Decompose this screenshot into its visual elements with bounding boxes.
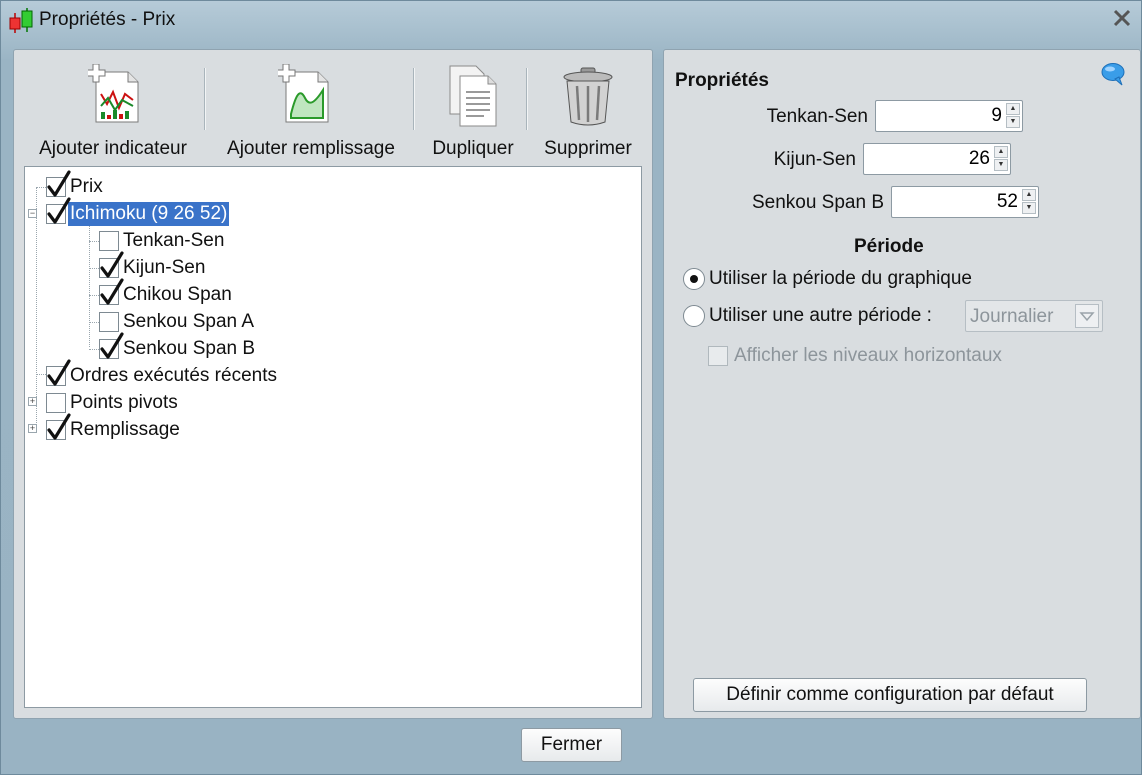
check-mark-icon [47, 359, 71, 386]
tree-item-checkbox[interactable] [99, 278, 124, 305]
tree-connector [89, 295, 99, 296]
tree-item-label[interactable]: Points pivots [68, 391, 180, 415]
tree-item-label[interactable]: Ordres exécutés récents [68, 364, 279, 388]
tree-item-label[interactable]: Remplissage [68, 418, 182, 442]
senkou-span-b-label: Senkou Span B [751, 192, 884, 213]
tree-item-label[interactable]: Kijun-Sen [121, 256, 207, 280]
window-title: Propriétés - Prix [39, 9, 176, 30]
tree-item[interactable]: Senkou Span B [99, 332, 257, 362]
tree-connector [89, 268, 99, 269]
tenkan-sen-label: Tenkan-Sen [766, 106, 868, 127]
add-indicator-button[interactable]: Ajouter indicateur [24, 60, 202, 160]
close-window-button[interactable] [1109, 5, 1135, 31]
tree-connector [89, 241, 99, 242]
expand-remplissage-toggle[interactable]: + [28, 424, 37, 433]
check-mark-icon [47, 413, 71, 440]
indicator-tree[interactable]: − + + Prix Ichimoku (9 26 52) Tenkan-Sen Ki… [24, 166, 642, 708]
candlestick-app-icon [9, 8, 33, 33]
show-horizontal-levels-option: Afficher les niveaux horizontaux [708, 345, 1002, 367]
tree-item-checkbox[interactable] [46, 393, 66, 413]
check-mark-icon [47, 170, 71, 197]
trash-icon [563, 67, 613, 126]
senkou-span-b-spinner[interactable]: ▲▼ [891, 186, 1039, 218]
duplicate-button[interactable]: Dupliquer [420, 60, 526, 160]
use-other-period-option[interactable]: Utiliser une autre période : [683, 305, 932, 327]
check-mark-icon [100, 251, 124, 278]
decrement-arrow[interactable]: ▼ [1022, 202, 1036, 214]
check-mark-icon [100, 278, 124, 305]
expand-points-pivots-toggle[interactable]: + [28, 397, 37, 406]
add-fill-icon [278, 64, 329, 123]
period-select-value: Journalier [970, 306, 1054, 327]
add-indicator-label: Ajouter indicateur [39, 138, 187, 159]
kijun-sen-label: Kijun-Sen [773, 149, 856, 170]
increment-arrow[interactable]: ▲ [994, 146, 1008, 158]
tree-connector [36, 187, 46, 188]
tree-item-checkbox[interactable] [46, 170, 71, 197]
set-default-button[interactable]: Définir comme configuration par défaut [693, 678, 1087, 712]
duplicate-label: Dupliquer [432, 138, 514, 159]
tree-connector [89, 322, 99, 323]
tree-item-label[interactable]: Prix [68, 175, 105, 199]
check-mark-icon [100, 332, 124, 359]
tree-item-checkbox[interactable] [99, 312, 119, 332]
use-chart-period-option[interactable]: Utiliser la période du graphique [683, 268, 972, 290]
title-bar: Propriétés - Prix [1, 1, 1141, 37]
add-fill-label: Ajouter remplissage [227, 138, 395, 159]
decrement-arrow[interactable]: ▼ [1006, 116, 1020, 128]
duplicate-icon [449, 65, 497, 127]
delete-label: Supprimer [544, 138, 632, 159]
decrement-arrow[interactable]: ▼ [994, 159, 1008, 171]
kijun-sen-spinner[interactable]: ▲▼ [863, 143, 1011, 175]
tree-connector [36, 187, 37, 429]
properties-window: Propriétés - Prix Ajouter indicateur Ajo… [0, 0, 1142, 775]
properties-title: Propriétés [675, 70, 769, 91]
tree-item-checkbox[interactable] [46, 359, 71, 386]
tree-connector [89, 215, 90, 347]
add-fill-button[interactable]: Ajouter remplissage [214, 60, 408, 160]
tree-item-label[interactable]: Ichimoku (9 26 52) [68, 202, 230, 226]
dropdown-arrow-icon [1075, 304, 1099, 328]
tree-item-checkbox[interactable] [46, 197, 71, 224]
help-chat-icon[interactable] [1100, 62, 1126, 86]
toolbar-separator [526, 68, 527, 130]
use-chart-period-label: Utiliser la période du graphique [709, 268, 972, 289]
kijun-sen-input[interactable] [866, 147, 990, 171]
toolbar-separator [413, 68, 414, 130]
tree-connector [89, 349, 99, 350]
tree-item[interactable]: Remplissage [46, 413, 182, 443]
tenkan-sen-spinner[interactable]: ▲▼ [875, 100, 1023, 132]
check-mark-icon [47, 197, 71, 224]
use-chart-period-radio[interactable] [683, 268, 705, 290]
period-select: Journalier [965, 300, 1103, 332]
tree-item-checkbox[interactable] [99, 332, 124, 359]
tree-item-label[interactable]: Senkou Span B [121, 337, 257, 361]
collapse-ichimoku-toggle[interactable]: − [28, 209, 37, 218]
tree-item-checkbox[interactable] [46, 413, 71, 440]
tree-item[interactable]: Chikou Span [99, 278, 234, 308]
senkou-span-b-input[interactable] [894, 190, 1018, 214]
show-horizontal-levels-checkbox [708, 346, 728, 366]
tenkan-sen-input[interactable] [878, 104, 1002, 128]
toolbar-separator [204, 68, 205, 130]
close-button[interactable]: Fermer [521, 728, 622, 762]
add-indicator-icon [88, 64, 139, 123]
increment-arrow[interactable]: ▲ [1022, 189, 1036, 201]
tree-item-checkbox[interactable] [99, 251, 124, 278]
tree-item-label[interactable]: Chikou Span [121, 283, 234, 307]
tree-item-label[interactable]: Senkou Span A [121, 310, 256, 334]
period-title: Période [854, 236, 924, 257]
use-other-period-radio[interactable] [683, 305, 705, 327]
tree-connector [36, 374, 46, 375]
increment-arrow[interactable]: ▲ [1006, 103, 1020, 115]
show-horizontal-levels-label: Afficher les niveaux horizontaux [734, 345, 1002, 366]
properties-panel: Propriétés Tenkan-Sen ▲▼ Kijun-Sen ▲▼ Se… [663, 49, 1141, 719]
indicator-panel: Ajouter indicateur Ajouter remplissage D… [13, 49, 653, 719]
tree-item-label[interactable]: Tenkan-Sen [121, 229, 226, 253]
tree-item[interactable]: Ordres exécutés récents [46, 359, 279, 389]
tree-item-checkbox[interactable] [99, 231, 119, 251]
use-other-period-label: Utiliser une autre période : [709, 305, 932, 326]
tree-item[interactable]: Ichimoku (9 26 52) [46, 197, 230, 227]
delete-button[interactable]: Supprimer [532, 60, 644, 160]
